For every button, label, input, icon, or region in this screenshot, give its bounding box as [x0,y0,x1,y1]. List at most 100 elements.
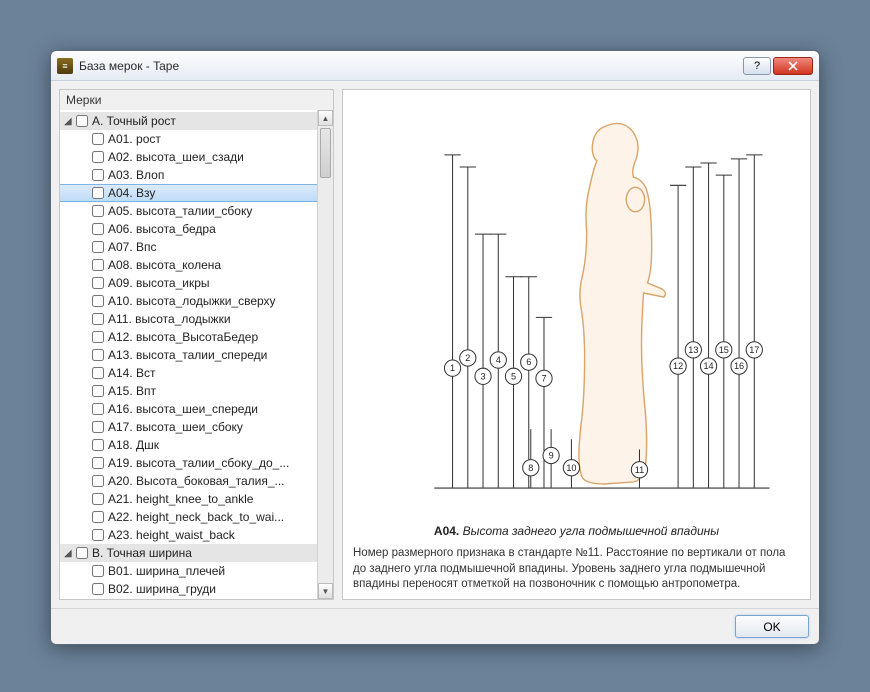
tree-item[interactable]: A21. height_knee_to_ankle [60,490,317,508]
item-checkbox[interactable] [92,349,104,361]
item-label: A18. Дшк [108,438,159,452]
caption-title: Высота заднего угла подмышечной впадины [463,524,719,538]
item-label: B02. ширина_груди [108,582,216,596]
tree-item[interactable]: A18. Дшк [60,436,317,454]
marker-label: 2 [465,353,470,363]
marker-label: 10 [566,463,576,473]
group-checkbox[interactable] [76,547,88,559]
content-area: Мерки ◢A. Точный ростA01. ростA02. высот… [51,81,819,608]
tree-item[interactable]: A13. высота_талии_спереди [60,346,317,364]
marker-label: 11 [635,465,644,475]
item-checkbox[interactable] [92,331,104,343]
help-button[interactable]: ? [743,57,771,75]
tree-item[interactable]: A11. высота_лодыжки [60,310,317,328]
marker-label: 6 [526,357,531,367]
item-checkbox[interactable] [92,223,104,235]
tree-group[interactable]: ◢B. Точная ширина [60,544,317,562]
close-icon [788,61,798,71]
item-checkbox[interactable] [92,565,104,577]
item-label: A01. рост [108,132,161,146]
item-checkbox[interactable] [92,529,104,541]
item-checkbox[interactable] [92,385,104,397]
group-checkbox[interactable] [76,115,88,127]
marker-label: 9 [549,451,554,461]
body-diagram: 1234567891011121314151617 [353,96,800,518]
item-checkbox[interactable] [92,583,104,595]
vertical-scrollbar[interactable]: ▲ ▼ [317,110,333,599]
tree-item[interactable]: A14. Вст [60,364,317,382]
item-checkbox[interactable] [92,169,104,181]
item-checkbox[interactable] [92,313,104,325]
item-checkbox[interactable] [92,457,104,469]
item-label: A13. высота_талии_спереди [108,348,267,362]
item-checkbox[interactable] [92,259,104,271]
marker-label: 7 [541,373,546,383]
tree-item[interactable]: A04. Взу [60,184,317,202]
item-label: A02. высота_шеи_сзади [108,150,244,164]
scroll-thumb[interactable] [320,128,331,178]
ok-button[interactable]: OK [735,615,809,638]
tree-item[interactable]: A23. height_waist_back [60,526,317,544]
description-text: Номер размерного признака в стандарте №1… [353,546,800,593]
item-checkbox[interactable] [92,241,104,253]
tree-item[interactable]: A19. высота_талии_сбоку_до_... [60,454,317,472]
item-label: A03. Влоп [108,168,164,182]
tree-item[interactable]: A15. Впт [60,382,317,400]
tree-item[interactable]: A17. высота_шеи_сбоку [60,418,317,436]
item-checkbox[interactable] [92,439,104,451]
tree-item[interactable]: A20. Высота_боковая_талия_... [60,472,317,490]
tree-item[interactable]: A22. height_neck_back_to_wai... [60,508,317,526]
tree-item[interactable]: A03. Влоп [60,166,317,184]
caption-code: A04. [434,524,459,538]
item-label: A05. высота_талии_сбоку [108,204,252,218]
item-checkbox[interactable] [92,205,104,217]
marker-label: 17 [749,345,759,355]
item-checkbox[interactable] [92,475,104,487]
item-checkbox[interactable] [92,187,104,199]
item-label: A23. height_waist_back [108,528,235,542]
tree-item[interactable]: A09. высота_икры [60,274,317,292]
item-label: A21. height_knee_to_ankle [108,492,253,506]
item-label: A15. Впт [108,384,156,398]
measurements-tree[interactable]: ◢A. Точный рост A01. рост A02. высота_шеи_… [60,110,317,599]
tree-wrap: ◢A. Точный рост A01. рост A02. высота_шеи_… [60,110,333,599]
tree-item[interactable]: A01. рост [60,130,317,148]
item-checkbox[interactable] [92,511,104,523]
marker-label: 12 [673,361,683,371]
titlebar[interactable]: ≡ База мерок - Tape ? [51,51,819,81]
item-checkbox[interactable] [92,277,104,289]
item-checkbox[interactable] [92,367,104,379]
item-checkbox[interactable] [92,151,104,163]
app-icon: ≡ [57,58,73,74]
item-label: A16. высота_шеи_спереди [108,402,258,416]
tree-item[interactable]: A06. высота_бедра [60,220,317,238]
scroll-up-button[interactable]: ▲ [318,110,333,126]
item-checkbox[interactable] [92,403,104,415]
item-label: A19. высота_талии_сбоку_до_... [108,456,289,470]
tree-item[interactable]: A10. высота_лодыжки_сверху [60,292,317,310]
diagram-caption: A04. Высота заднего угла подмышечной впа… [353,524,800,538]
tree-group[interactable]: ◢A. Точный рост [60,112,317,130]
scroll-down-button[interactable]: ▼ [318,583,333,599]
tree-item[interactable]: B02. ширина_груди [60,580,317,598]
tree-item[interactable]: A05. высота_талии_сбоку [60,202,317,220]
item-label: A08. высота_колена [108,258,221,272]
close-button[interactable] [773,57,813,75]
preview-panel: 1234567891011121314151617 A04. Высота за… [342,89,811,600]
item-label: A22. height_neck_back_to_wai... [108,510,284,524]
item-checkbox[interactable] [92,133,104,145]
tree-item[interactable]: A12. высота_ВысотаБедер [60,328,317,346]
item-checkbox[interactable] [92,421,104,433]
tree-item[interactable]: A07. Впс [60,238,317,256]
tree-item[interactable]: B03. ширина_талии [60,598,317,599]
item-checkbox[interactable] [92,493,104,505]
group-label: B. Точная ширина [92,546,192,560]
item-label: A09. высота_икры [108,276,210,290]
item-label: A11. высота_лодыжки [108,312,231,326]
tree-item[interactable]: A08. высота_колена [60,256,317,274]
item-checkbox[interactable] [92,295,104,307]
measurements-panel: Мерки ◢A. Точный ростA01. ростA02. высот… [59,89,334,600]
tree-item[interactable]: A02. высота_шеи_сзади [60,148,317,166]
tree-item[interactable]: B01. ширина_плечей [60,562,317,580]
tree-item[interactable]: A16. высота_шеи_спереди [60,400,317,418]
